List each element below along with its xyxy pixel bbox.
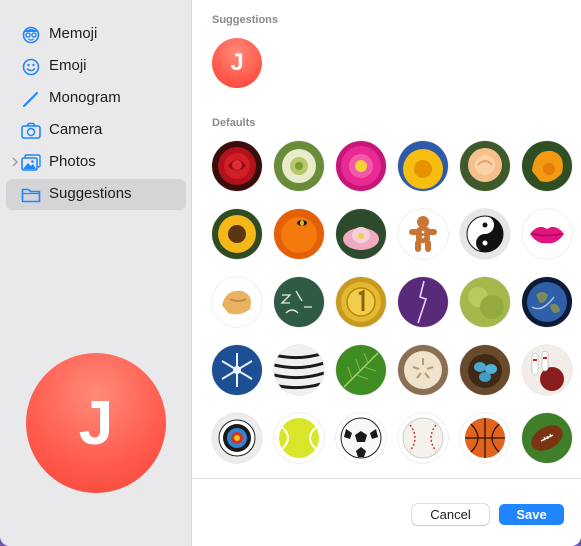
defaults-heading: Defaults (212, 117, 256, 129)
avatar-lips[interactable] (522, 209, 572, 259)
suggested-avatar[interactable]: J (212, 38, 262, 88)
avatar-earth[interactable] (522, 277, 572, 327)
avatar-target[interactable] (212, 413, 262, 463)
sidebar-item-photos[interactable]: Photos (6, 147, 186, 178)
sidebar-item-label: Camera (49, 121, 103, 138)
avatar-initial: J (230, 49, 244, 76)
avatar-zebra-pattern[interactable] (274, 345, 324, 395)
chevron-right-icon[interactable] (10, 156, 20, 168)
avatar-picker-window: Memoji Emoji Monogram Camera Photos Sugg… (0, 0, 581, 546)
avatar-dandelion[interactable] (274, 141, 324, 191)
pencil-icon (23, 92, 38, 107)
avatar-water-lily[interactable] (336, 209, 386, 259)
avatar-baseball[interactable] (398, 413, 448, 463)
avatar-green-leaf[interactable] (336, 345, 386, 395)
emoji-icon (22, 58, 40, 76)
photos-icon (21, 154, 41, 171)
avatar-red-rose[interactable] (212, 141, 262, 191)
sidebar-item-label: Emoji (49, 57, 87, 74)
suggestions-heading: Suggestions (212, 14, 279, 26)
avatar-sunflower[interactable] (212, 209, 262, 259)
avatar-gold-medal[interactable] (336, 277, 386, 327)
cancel-button[interactable]: Cancel (412, 504, 489, 525)
avatar-preview: J (26, 353, 166, 493)
avatar-lightning[interactable] (398, 277, 448, 327)
avatar-orange-flower-bee[interactable] (274, 209, 324, 259)
sidebar-item-camera[interactable]: Camera (6, 115, 186, 146)
avatar-peach-rose[interactable] (460, 141, 510, 191)
avatar-sunflower-yellow[interactable] (398, 141, 448, 191)
avatar-football[interactable] (522, 413, 572, 463)
sidebar-item-memoji[interactable]: Memoji (6, 19, 186, 50)
avatar-basketball[interactable] (460, 413, 510, 463)
avatar-orange-poppy[interactable] (522, 141, 572, 191)
avatar-blue-eggs-nest[interactable] (460, 345, 510, 395)
folder-icon (21, 188, 41, 203)
avatar-green-leaves[interactable] (460, 277, 510, 327)
sidebar-item-label: Memoji (49, 25, 98, 42)
avatar-chalkboard[interactable] (274, 277, 324, 327)
avatar-bowling[interactable] (522, 345, 572, 395)
camera-icon (21, 122, 41, 139)
avatar-tennis-ball[interactable] (274, 413, 324, 463)
avatar-soccer-ball[interactable] (336, 413, 386, 463)
avatar-yin-yang[interactable] (460, 209, 510, 259)
sidebar-item-emoji[interactable]: Emoji (6, 51, 186, 82)
avatar-gingerbread-man[interactable] (398, 209, 448, 259)
save-button[interactable]: Save (499, 504, 564, 525)
memoji-icon (22, 26, 40, 44)
dialog-footer: Cancel Save (192, 478, 581, 546)
sidebar-item-suggestions[interactable]: Suggestions (6, 179, 186, 210)
sidebar-item-label: Suggestions (49, 185, 132, 202)
sidebar-item-monogram[interactable]: Monogram (6, 83, 186, 114)
sidebar-item-label: Photos (49, 153, 96, 170)
avatar-fortune-cookie[interactable] (212, 277, 262, 327)
avatar-initial: J (78, 388, 114, 458)
avatar-sand-dollar[interactable] (398, 345, 448, 395)
main-content: Suggestions J Defaults (192, 0, 581, 478)
sidebar: Memoji Emoji Monogram Camera Photos Sugg… (0, 0, 192, 546)
sidebar-item-label: Monogram (49, 89, 121, 106)
avatar-snowflake[interactable] (212, 345, 262, 395)
avatar-pink-flower[interactable] (336, 141, 386, 191)
